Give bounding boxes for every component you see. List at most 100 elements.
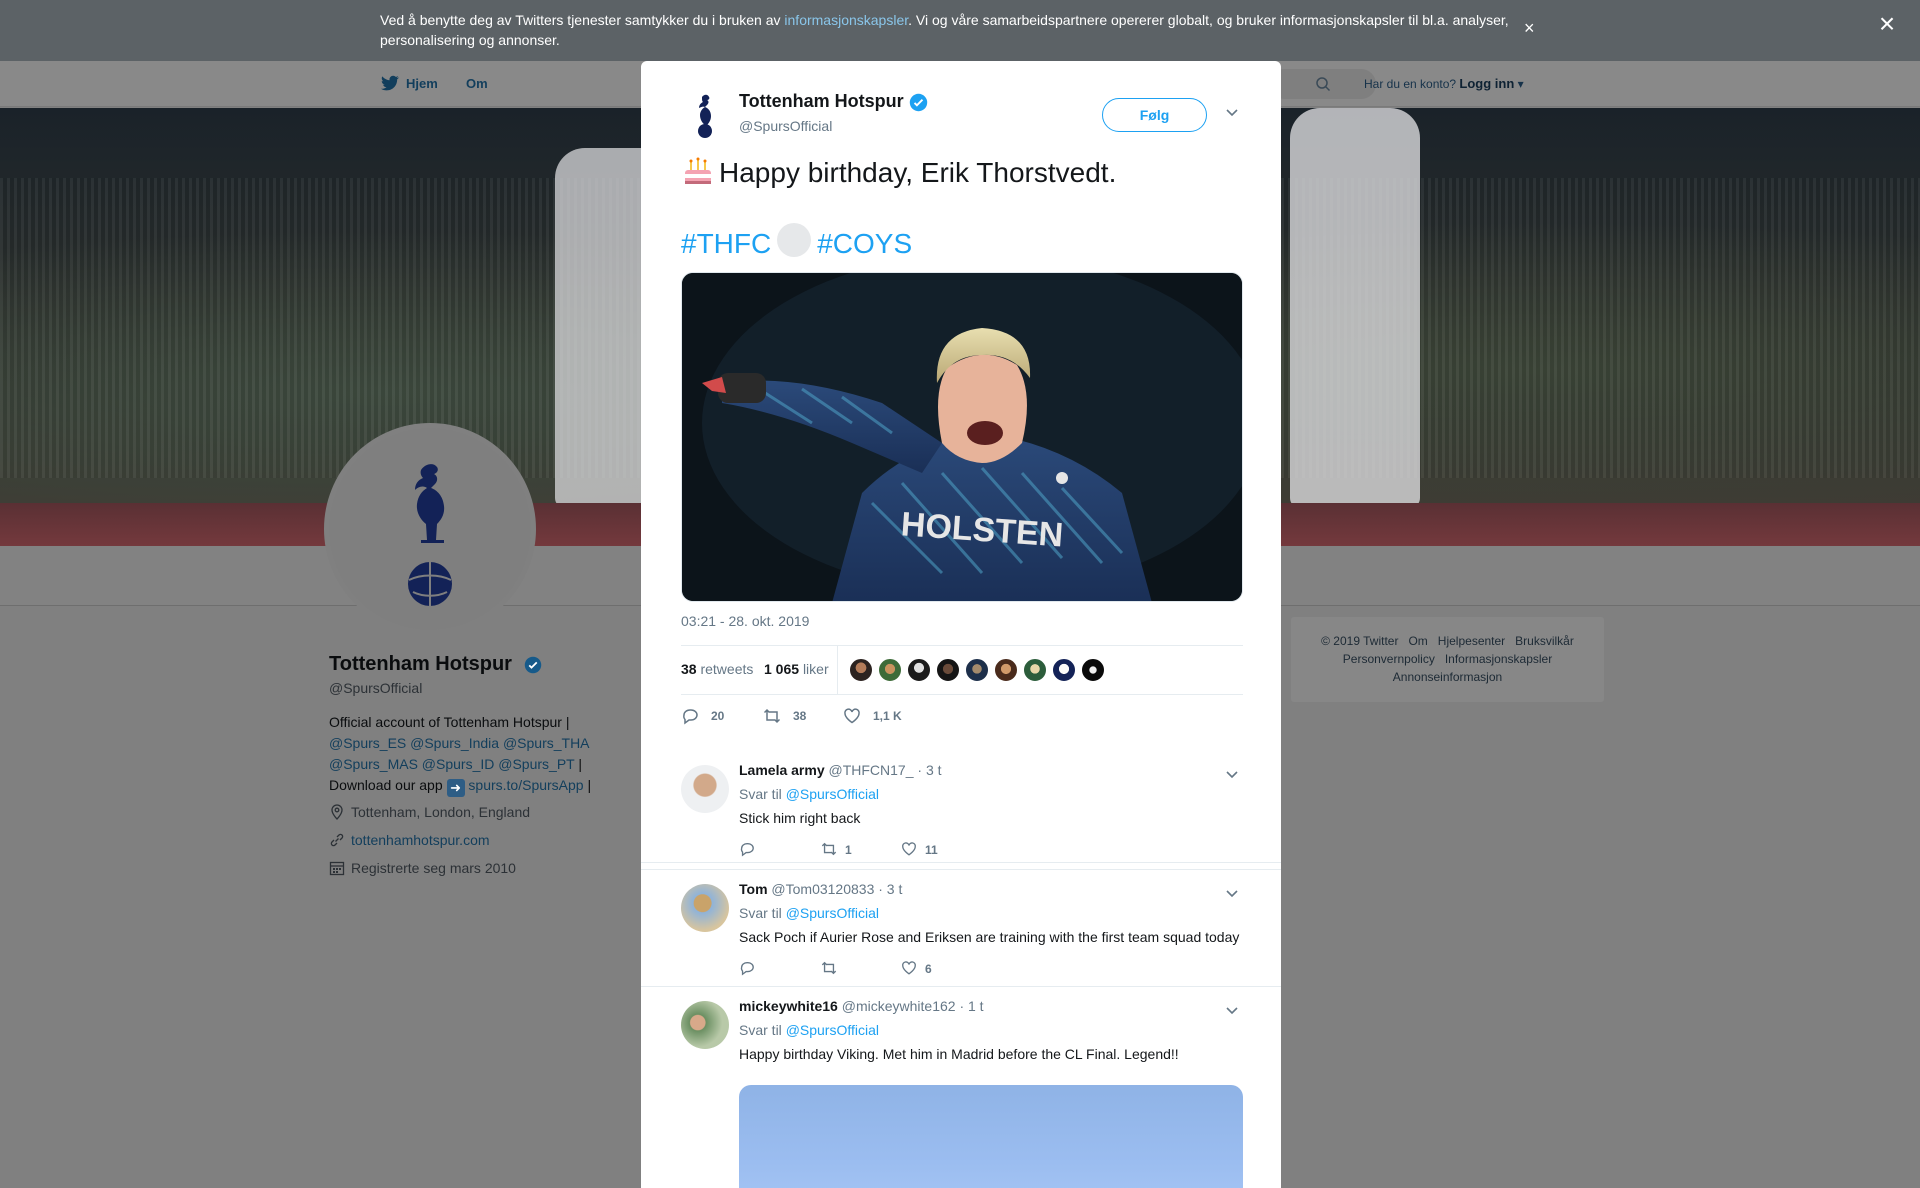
- tweet-text-body: Happy birthday, Erik Thorstvedt.: [719, 157, 1117, 188]
- reply-header: mickeywhite16 @mickeywhite162 · 1 t: [739, 998, 984, 1014]
- goalkeeper-photo: HOLSTEN: [682, 273, 1242, 601]
- footer-ads-info-link[interactable]: Annonseinformasjon: [1393, 670, 1502, 684]
- footer-privacy-link[interactable]: Personvernpolicy: [1343, 652, 1435, 666]
- hashtag-coys[interactable]: #COYS: [817, 228, 912, 259]
- retweets-count: 38: [681, 661, 697, 677]
- liker-avatar[interactable]: [965, 658, 989, 682]
- reply-to-line: Svar til @SpursOfficial: [739, 786, 879, 802]
- retweet-icon: [821, 961, 837, 975]
- birthday-cake-icon: [685, 157, 711, 184]
- follow-button[interactable]: Følg: [1102, 98, 1207, 132]
- bio-line-1: Official account of Tottenham Hotspur |: [329, 714, 570, 730]
- liker-avatar[interactable]: [907, 658, 931, 682]
- tweet-photo[interactable]: HOLSTEN: [681, 272, 1243, 602]
- reply-tweet[interactable]: Tom @Tom03120833 · 3 t Svar til @SpursOf…: [641, 869, 1281, 987]
- verified-badge-icon: [909, 93, 928, 112]
- cookie-text: Ved å benytte deg av Twitters tjenester …: [380, 10, 1510, 50]
- website-link[interactable]: tottenhamhotspur.com: [351, 832, 490, 848]
- chevron-down-icon[interactable]: ▾: [1514, 77, 1524, 91]
- liker-avatar[interactable]: [1052, 658, 1076, 682]
- retweets-label: retweets: [700, 661, 754, 677]
- likes-count: 1 065: [764, 661, 800, 677]
- retweet-count: 1: [845, 843, 852, 857]
- bio-mentions-1[interactable]: @Spurs_ES @Spurs_India @Spurs_THA: [329, 735, 590, 751]
- reply-author-handle[interactable]: @THFCN17_: [829, 762, 914, 778]
- cookie-banner: Ved å benytte deg av Twitters tjenester …: [0, 0, 1920, 61]
- liker-avatar[interactable]: [1023, 658, 1047, 682]
- reply-icon: [740, 843, 754, 857]
- footer-terms-link[interactable]: Bruksvilkår: [1515, 634, 1574, 648]
- banner-player-right: [1290, 108, 1420, 508]
- reply-avatar[interactable]: [681, 1001, 729, 1049]
- reply-to-mention[interactable]: @SpursOfficial: [786, 786, 879, 802]
- link-icon: [330, 833, 344, 847]
- reply-avatar[interactable]: [681, 765, 729, 813]
- chevron-down-icon[interactable]: [1225, 886, 1239, 900]
- reply-icon: [740, 962, 754, 976]
- tweet-timestamp[interactable]: 03:21 - 28. okt. 2019: [681, 613, 809, 629]
- tweet-author-handle[interactable]: @SpursOfficial: [739, 118, 832, 134]
- account-prompt-text: Har du en konto?: [1364, 77, 1457, 91]
- profile-website: tottenhamhotspur.com: [329, 832, 490, 848]
- tweet-modal: Tottenham Hotspur @SpursOfficial Følg Ha…: [641, 61, 1281, 1188]
- footer-help-link[interactable]: Hjelpesenter: [1438, 634, 1505, 648]
- liker-avatar[interactable]: [878, 658, 902, 682]
- hashtag-thfc[interactable]: #THFC: [681, 228, 771, 259]
- verified-badge-icon: [524, 656, 542, 674]
- cookie-close-button[interactable]: ×: [1524, 18, 1535, 38]
- bio-app-text: Download our app: [329, 777, 447, 793]
- search-icon[interactable]: [1315, 76, 1331, 92]
- bio-mentions-2[interactable]: @Spurs_MAS @Spurs_ID @Spurs_PT: [329, 756, 574, 772]
- liker-avatar[interactable]: [849, 658, 873, 682]
- retweets-stat[interactable]: 38 retweets: [681, 661, 753, 677]
- profile-avatar[interactable]: [324, 423, 536, 635]
- liker-avatar[interactable]: [936, 658, 960, 682]
- twitter-bird-icon[interactable]: [380, 74, 400, 92]
- footer-cookies-link[interactable]: Informasjonskapsler: [1445, 652, 1552, 666]
- reply-icon: [683, 709, 698, 725]
- likes-label: liker: [802, 661, 829, 677]
- reply-time[interactable]: · 1 t: [959, 998, 983, 1014]
- liker-avatar[interactable]: [994, 658, 1018, 682]
- reply-author-name[interactable]: Tom: [739, 881, 768, 897]
- reply-time[interactable]: · 3 t: [878, 881, 902, 897]
- like-count: 11: [925, 843, 938, 857]
- tweet-author-name[interactable]: Tottenham Hotspur: [739, 91, 904, 112]
- reply-avatar[interactable]: [681, 884, 729, 932]
- tweet-author-avatar[interactable]: [681, 91, 729, 139]
- reply-tweet[interactable]: Lamela army @THFCN17_ · 3 t Svar til @Sp…: [641, 751, 1281, 863]
- chevron-down-icon[interactable]: [1225, 767, 1239, 781]
- like-count: 6: [925, 962, 932, 976]
- reply-author-name[interactable]: Lamela army: [739, 762, 825, 778]
- arrow-right-icon: ➜: [446, 779, 465, 797]
- reply-author-name[interactable]: mickeywhite16: [739, 998, 838, 1014]
- close-icon[interactable]: ×: [1874, 10, 1900, 38]
- reply-to-mention[interactable]: @SpursOfficial: [786, 1022, 879, 1038]
- cookie-link[interactable]: informasjonskapsler: [784, 12, 908, 28]
- reply-author-handle[interactable]: @mickeywhite162: [842, 998, 956, 1014]
- reply-to-label: Svar til: [739, 1022, 786, 1038]
- like-count: 1,1 K: [873, 709, 902, 723]
- calendar-icon: [329, 861, 345, 876]
- chevron-down-icon[interactable]: [1225, 105, 1239, 119]
- reply-photo[interactable]: [739, 1085, 1243, 1188]
- profile-location: Tottenham, London, England: [329, 804, 530, 820]
- nav-home-link[interactable]: Hjem: [406, 76, 438, 91]
- liker-avatar[interactable]: [1081, 658, 1105, 682]
- nav-about-link[interactable]: Om: [466, 76, 488, 91]
- reply-to-mention[interactable]: @SpursOfficial: [786, 905, 879, 921]
- likes-stat[interactable]: 1 065 liker: [764, 661, 829, 677]
- spurs-crest-small-icon: [698, 94, 712, 138]
- reply-to-label: Svar til: [739, 786, 786, 802]
- bio-app-link[interactable]: spurs.to/SpursApp: [468, 777, 583, 793]
- chevron-down-icon[interactable]: [1225, 1003, 1239, 1017]
- reply-tweet[interactable]: mickeywhite16 @mickeywhite162 · 1 t Svar…: [641, 987, 1281, 1188]
- login-link[interactable]: Logg inn: [1459, 76, 1514, 91]
- footer-about-link[interactable]: Om: [1408, 634, 1427, 648]
- reply-author-handle[interactable]: @Tom03120833: [771, 881, 874, 897]
- location-pin-icon: [331, 804, 343, 820]
- emoji-icon: [777, 223, 812, 257]
- reply-time[interactable]: · 3 t: [917, 762, 941, 778]
- tweet-text: Happy birthday, Erik Thorstvedt.: [681, 154, 1116, 191]
- footer-copyright: © 2019 Twitter: [1321, 634, 1399, 648]
